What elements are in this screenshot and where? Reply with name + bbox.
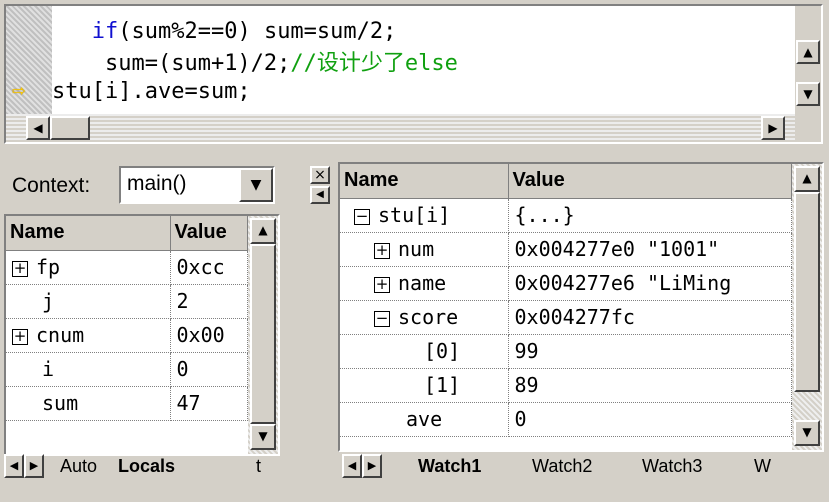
table-row[interactable]: i0 [6,352,248,387]
tab-scroll-right-icon[interactable]: ▶ [24,454,44,478]
scrollbar-corner [795,114,821,142]
table-row[interactable]: [1] 89 [340,368,792,403]
editor-horizontal-scrollbar[interactable]: ◀ ▶ [6,114,797,142]
code-line-1: if(sum%2==0) sum=sum/2; [91,19,397,44]
collapse-icon[interactable]: − [354,208,370,225]
tab-watch1[interactable]: Watch1 [408,452,491,482]
locals-vertical-scrollbar[interactable]: ▲ ▼ [248,216,278,454]
collapse-icon[interactable]: − [374,310,390,327]
table-row[interactable]: + name 0x004277e6 "LiMing [340,266,792,301]
tab-watch2[interactable]: Watch2 [522,452,602,482]
watch-vertical-scrollbar[interactable]: ▲ ▼ [792,164,822,450]
table-row[interactable]: ave 0 [340,402,792,437]
vertical-scroll-thumb[interactable] [794,192,820,392]
horizontal-scroll-thumb[interactable] [50,116,90,140]
pane-splitter[interactable]: × ◀ [306,162,334,492]
scroll-up-button[interactable]: ▲ [794,166,820,192]
table-row[interactable]: − score 0x004277fc [340,300,792,335]
tab-watch3[interactable]: Watch3 [632,452,712,482]
tab-watch4[interactable]: W [744,452,781,482]
scroll-up-button[interactable]: ▲ [250,218,276,244]
tab-scroll-left-icon[interactable]: ◀ [4,454,24,478]
watch-tab-strip: ◀ ▶ Watch1 Watch2 Watch3 W [338,452,824,482]
close-icon[interactable]: × [310,166,330,184]
column-header-value[interactable]: Value [170,216,248,251]
code-line-3: stu[i].ave=sum; [52,79,251,104]
column-header-name[interactable]: Name [6,216,171,251]
expand-icon[interactable]: + [374,242,390,259]
scroll-down-button[interactable]: ▼ [794,420,820,446]
table-row[interactable]: + num 0x004277e0 "1001" [340,232,792,267]
scroll-right-button[interactable]: ▶ [761,116,785,140]
table-row[interactable]: + cnum 0x00 [6,318,248,353]
table-row[interactable]: sum 47 [6,386,248,421]
collapse-left-icon[interactable]: ◀ [310,186,330,204]
locals-table: Name Value + fp 0xcc j2 + cnum 0x00 i0 sum 47 [6,216,248,421]
tab-scroll-right-icon[interactable]: ▶ [362,454,382,478]
context-label: Context: [12,174,91,197]
expand-icon[interactable]: + [12,260,28,277]
table-row[interactable]: + fp 0xcc [6,250,248,285]
chevron-down-icon[interactable]: ▼ [239,168,273,202]
locals-grid[interactable]: Name Value + fp 0xcc j2 + cnum 0x00 i0 sum 47… [4,214,280,456]
watch-grid[interactable]: Name Value − stu[i] {...} + num 0x004277e0 "… [338,162,824,452]
expand-icon[interactable]: + [374,276,390,293]
context-value: main() [127,172,187,195]
table-row[interactable]: − stu[i] {...} [340,198,792,233]
expand-icon[interactable]: + [12,328,28,345]
code-editor[interactable]: if(sum%2==0) sum=sum/2; sum=(sum+1)/2;//… [4,4,823,144]
locals-tab-strip: ◀ ▶ Auto Locals t [4,452,280,482]
tab-this[interactable]: t [252,452,265,482]
vertical-scroll-thumb[interactable] [250,244,276,424]
current-line-arrow-icon: ⇨ [12,78,26,103]
table-row[interactable]: [0] 99 [340,334,792,369]
column-header-name[interactable]: Name [340,164,509,199]
context-dropdown[interactable]: main() ▼ [119,166,275,204]
scroll-down-button[interactable]: ▼ [796,82,820,106]
keyword-if: if [91,19,119,44]
code-comment: //设计少了else [290,51,458,76]
column-header-value[interactable]: Value [508,164,792,199]
code-line-2: sum=(sum+1)/2;//设计少了else [104,51,458,76]
debugger-window: if(sum%2==0) sum=sum/2; sum=(sum+1)/2;//… [0,0,829,502]
tab-scroll-left-icon[interactable]: ◀ [342,454,362,478]
editor-vertical-scrollbar[interactable]: ▲ ▼ [795,6,821,114]
tab-locals[interactable]: Locals [108,452,185,482]
table-row[interactable]: j2 [6,284,248,319]
scroll-left-button[interactable]: ◀ [26,116,50,140]
scroll-up-button[interactable]: ▲ [796,40,820,64]
watch-table: Name Value − stu[i] {...} + num 0x004277e0 "… [340,164,792,437]
scroll-down-button[interactable]: ▼ [250,424,276,450]
tab-auto[interactable]: Auto [50,452,107,482]
